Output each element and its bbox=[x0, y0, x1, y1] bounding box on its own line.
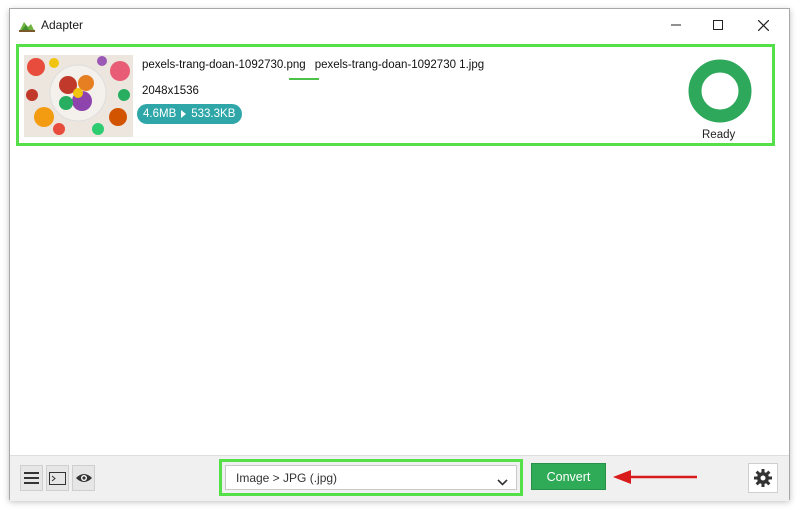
size-badge: 4.6MB 533.3KB bbox=[137, 104, 243, 124]
format-select[interactable]: Image > JPG (.jpg) bbox=[225, 465, 517, 490]
terminal-icon bbox=[49, 471, 66, 485]
arrow-right-icon bbox=[181, 110, 187, 118]
source-file-name: pexels-trang-doan-1092730.png bbox=[142, 59, 306, 71]
minimize-icon bbox=[671, 24, 681, 26]
progress-ring bbox=[688, 59, 752, 123]
status-label: Ready bbox=[702, 129, 736, 141]
settings-button[interactable] bbox=[748, 463, 778, 493]
minimize-button[interactable] bbox=[655, 9, 697, 41]
adapter-logo-icon bbox=[19, 18, 35, 32]
convert-button[interactable]: Convert bbox=[531, 463, 606, 490]
image-dimensions: 2048x1536 bbox=[142, 85, 199, 97]
app-window: Adapter pexels-trang-doan-1092730.png pe… bbox=[9, 8, 790, 501]
terminal-button[interactable] bbox=[46, 465, 69, 491]
bottom-toolbar: Image > JPG (.jpg) Convert bbox=[10, 455, 789, 501]
format-select-highlight: Image > JPG (.jpg) bbox=[219, 459, 523, 496]
menu-button[interactable] bbox=[20, 465, 43, 491]
maximize-icon bbox=[713, 20, 723, 30]
close-button[interactable] bbox=[742, 9, 784, 41]
original-size: 4.6MB bbox=[143, 108, 177, 120]
maximize-button[interactable] bbox=[697, 9, 739, 41]
menu-icon bbox=[24, 472, 39, 484]
converted-size: 533.3KB bbox=[191, 108, 236, 120]
annotation-arrow-icon bbox=[613, 468, 697, 486]
extension-underline bbox=[289, 78, 319, 80]
source-file-extension: .png bbox=[283, 59, 306, 71]
file-list-item[interactable]: pexels-trang-doan-1092730.png pexels-tran… bbox=[16, 44, 775, 146]
eye-icon bbox=[75, 474, 92, 482]
source-file-base: pexels-trang-doan-1092730 bbox=[142, 59, 284, 71]
output-file-name: pexels-trang-doan-1092730 1.jpg bbox=[314, 59, 485, 71]
chevron-down-icon bbox=[497, 473, 508, 491]
gear-icon bbox=[754, 469, 772, 487]
format-select-value: Image > JPG (.jpg) bbox=[236, 471, 338, 485]
file-name-line: pexels-trang-doan-1092730.png pexels-tran… bbox=[142, 59, 484, 71]
window-title: Adapter bbox=[41, 18, 84, 32]
title-bar: Adapter bbox=[10, 9, 789, 41]
food-photo-thumbnail bbox=[24, 55, 133, 137]
close-icon bbox=[757, 19, 769, 31]
preview-button[interactable] bbox=[72, 465, 95, 491]
